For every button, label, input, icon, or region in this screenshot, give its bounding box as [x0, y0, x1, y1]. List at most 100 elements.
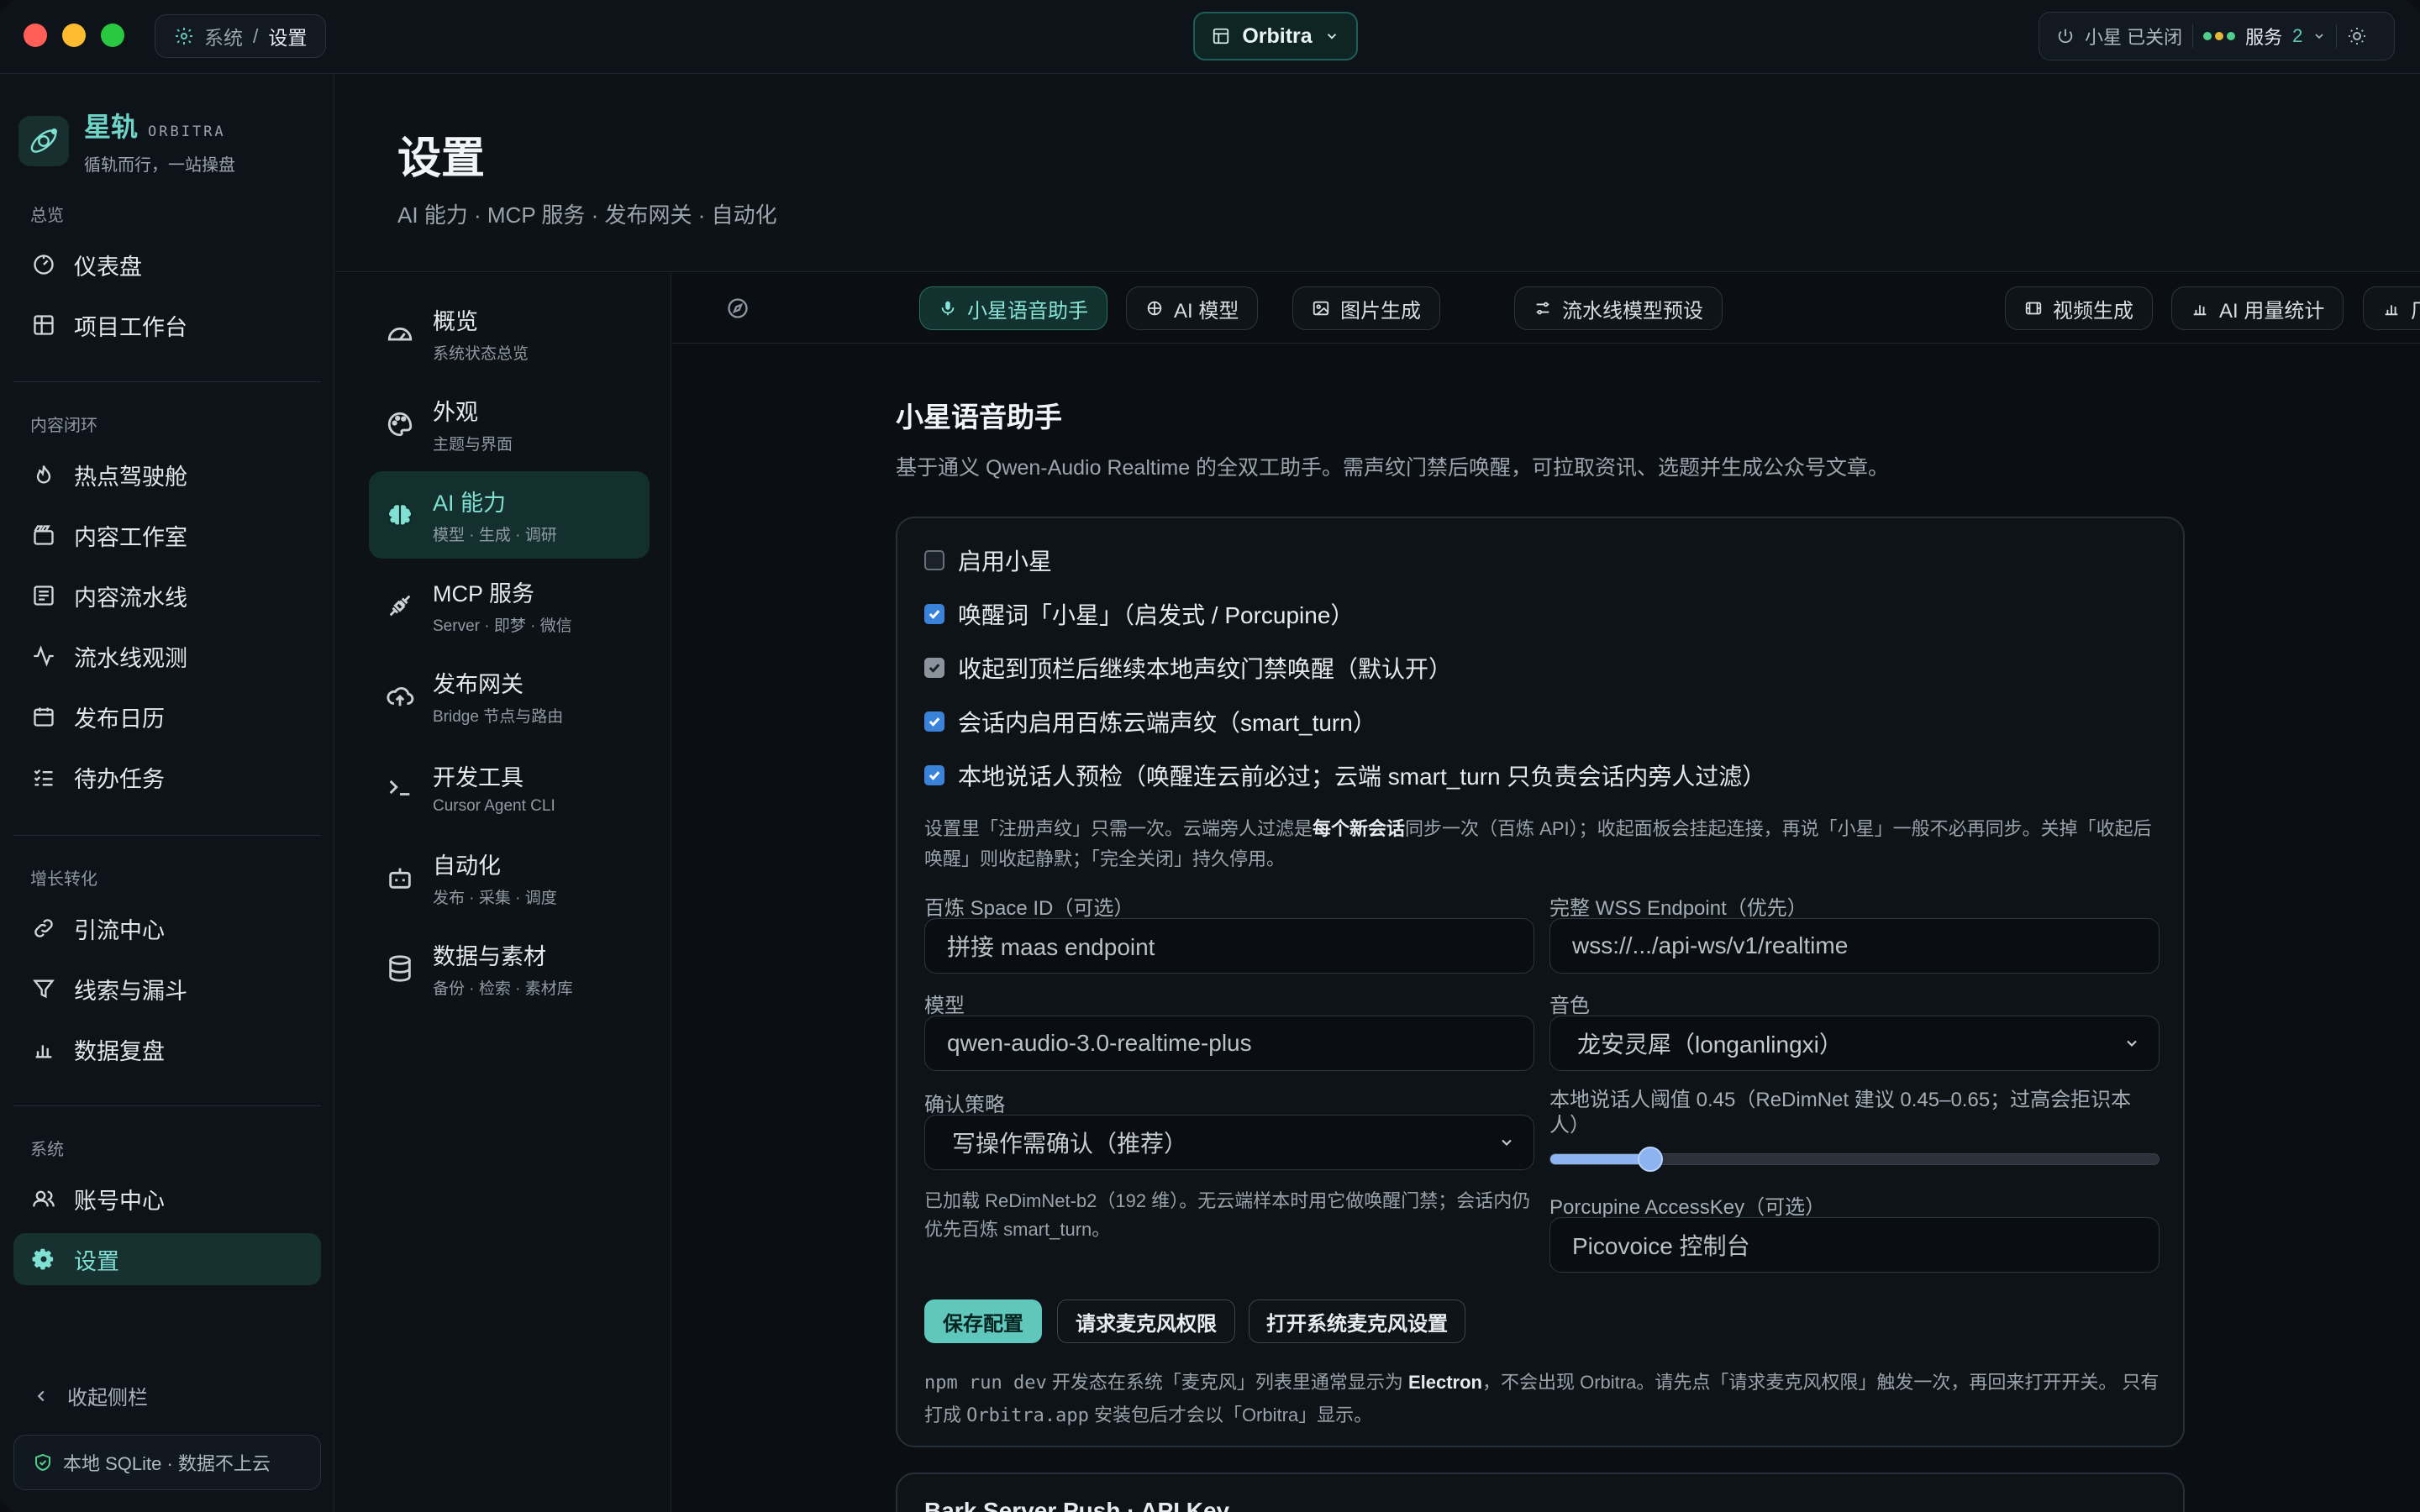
wss-endpoint-input[interactable]: wss://.../api-ws/v1/realtime — [1549, 918, 2160, 974]
tab-ai-usage[interactable]: AI 用量统计 — [2171, 286, 2344, 330]
subnav-title: AI 能力 — [433, 491, 507, 516]
section-title: 小星语音助手 — [896, 402, 1062, 433]
space-id-label: 百炼 Space ID（可选） — [924, 897, 1134, 920]
checkbox-unchecked[interactable] — [924, 550, 944, 570]
services-count: 2 — [2292, 25, 2303, 46]
check-icon — [929, 771, 940, 780]
sidebar-item-observability[interactable]: 流水线观测 — [13, 630, 321, 682]
subnav-item-appearance[interactable]: 外观 主题与界面 — [369, 381, 650, 468]
sidebar-item-traffic[interactable]: 引流中心 — [13, 902, 321, 954]
enable-assistant-checkbox[interactable]: 启用小星 — [924, 543, 1052, 577]
code-text: Orbitra.app — [966, 1405, 1089, 1426]
sidebar-item-settings[interactable]: 设置 — [13, 1233, 321, 1285]
sidebar-item-accounts[interactable]: 账号中心 — [13, 1173, 321, 1225]
slider-thumb[interactable] — [1638, 1147, 1663, 1172]
subnav-item-gateway[interactable]: 发布网关 Bridge 节点与路由 — [369, 653, 650, 740]
sidebar-item-hotspot[interactable]: 热点驾驶舱 — [13, 449, 321, 501]
save-config-button[interactable]: 保存配置 — [924, 1299, 1042, 1343]
sidebar-item-projects[interactable]: 项目工作台 — [13, 299, 321, 351]
section-label-overview: 总览 — [30, 207, 64, 225]
subnav-item-ai[interactable]: AI 能力 模型 · 生成 · 调研 — [369, 471, 650, 559]
tab-video-generation[interactable]: 视频生成 — [2005, 286, 2153, 330]
collapse-sidebar-button[interactable]: 收起侧栏 — [32, 1381, 148, 1410]
page-title: 设置 — [397, 134, 486, 183]
compass-icon[interactable] — [726, 297, 750, 320]
checkbox-label: 收起到顶栏后继续本地声纹门禁唤醒（默认开） — [958, 656, 1453, 682]
subnav-item-overview[interactable]: 概览 系统状态总览 — [369, 290, 650, 377]
checkbox-checked[interactable] — [924, 604, 944, 624]
sidebar: 星轨 ORBITRA 循轨而行，一站操盘 总览 仪表盘 项目工作台 内容闭环 热点… — [0, 74, 334, 1512]
note-text: 打成 — [924, 1404, 967, 1425]
threshold-slider[interactable] — [1549, 1147, 2160, 1172]
checkbox-checked[interactable] — [924, 711, 944, 732]
checkbox-label: 唤醒词「小星」（启发式 / Porcupine） — [958, 602, 1355, 628]
note-text: 安装包后才会以「Orbitra」显示。 — [1088, 1404, 1373, 1425]
open-system-mic-settings-button[interactable]: 打开系统麦克风设置 — [1249, 1299, 1465, 1343]
wake-word-checkbox[interactable]: 唤醒词「小星」（启发式 / Porcupine） — [924, 597, 1354, 631]
subnav-item-devtools[interactable]: 开发工具 Cursor Agent CLI — [369, 743, 650, 831]
clapperboard-icon — [34, 525, 54, 545]
sidebar-item-todos[interactable]: 待办任务 — [13, 751, 321, 803]
tab-label: AI 模型 — [1174, 299, 1239, 323]
redimnet-note: 已加载 ReDimNet-b2（192 维）。无云端样本时用它做唤醒门禁；会话内… — [924, 1187, 1534, 1244]
section-description: 基于通义 Qwen-Audio Realtime 的全双工助手。需声纹门禁后唤醒… — [896, 456, 1890, 480]
sidebar-item-funnel[interactable]: 线索与漏斗 — [13, 963, 321, 1015]
page-header: 设置 AI 能力 · MCP 服务 · 发布网关 · 自动化 — [335, 74, 2420, 272]
storage-badge: 本地 SQLite · 数据不上云 — [13, 1435, 321, 1490]
voice-select[interactable]: 龙安灵犀（longanlingxi） — [1549, 1016, 2160, 1071]
space-id-input[interactable]: 拼接 maas endpoint — [924, 918, 1534, 974]
checkbox-checked[interactable] — [924, 765, 944, 785]
subnav-item-data[interactable]: 数据与素材 备份 · 检索 · 素材库 — [369, 925, 650, 1012]
link-icon — [34, 919, 53, 937]
brain-icon — [387, 503, 413, 527]
local-speaker-check-checkbox[interactable]: 本地说话人预检（唤醒连云前必过；云端 smart_turn 只负责会话内旁人过滤… — [924, 759, 1765, 792]
workspace-switcher[interactable]: Orbitra — [1193, 12, 1358, 60]
threshold-label-text: 本地说话人阈值 0.45（ReDimNet 建议 0.45–0.65；过高会拒识… — [1549, 1089, 2132, 1111]
next-card-title: Bark Server Push · API Key — [924, 1498, 1230, 1512]
subnav-title: 概览 — [433, 309, 478, 334]
sidebar-item-studio[interactable]: 内容工作室 — [13, 509, 321, 561]
gear-icon — [176, 28, 192, 45]
brand-name-en: ORBITRA — [148, 123, 226, 140]
assistant-status[interactable]: 小星 已关闭 — [2085, 23, 2182, 50]
flame-icon — [36, 465, 51, 484]
check-icon — [929, 610, 940, 619]
minimize-window-button[interactable] — [62, 24, 86, 47]
request-mic-permission-button[interactable]: 请求麦克风权限 — [1057, 1299, 1235, 1343]
model-input[interactable]: qwen-audio-3.0-realtime-plus — [924, 1016, 1534, 1071]
settings-content: 小星语音助手 AI 模型 图片生成 流水线模型预设 视频生成 AI 用量统计 小… — [672, 273, 2420, 1512]
chevron-down-icon[interactable] — [2312, 29, 2326, 43]
threshold-label: 本地说话人阈值 0.45（ReDimNet 建议 0.45–0.65；过高会拒识… — [1549, 1088, 2171, 1138]
subnav-title: 开发工具 — [433, 764, 523, 790]
tab-vendor-usage[interactable]: 厂商用量对 — [2363, 286, 2420, 330]
zoom-window-button[interactable] — [101, 24, 124, 47]
sidebar-item-review[interactable]: 数据复盘 — [13, 1023, 321, 1075]
close-window-button[interactable] — [24, 24, 47, 47]
sidebar-item-pipeline[interactable]: 内容流水线 — [13, 570, 321, 622]
breadcrumb: 系统 / 设置 — [155, 14, 327, 58]
services-status-dots — [2203, 32, 2236, 40]
services-label[interactable]: 服务 — [2245, 23, 2282, 50]
sidebar-item-dashboard[interactable]: 仪表盘 — [13, 239, 321, 291]
note-bold: 每个新会话 — [1313, 818, 1406, 839]
subnav-item-mcp[interactable]: MCP 服务 Server · 即梦 · 微信 — [369, 562, 650, 649]
voice-label: 音色 — [1549, 995, 1590, 1017]
tab-ai-model[interactable]: AI 模型 — [1126, 286, 1259, 330]
sun-icon[interactable] — [2347, 26, 2367, 46]
note-text: 开发态在系统「麦克风」列表里通常显示为 — [1046, 1372, 1408, 1393]
sidebar-item-label: 引流中心 — [74, 917, 165, 943]
note-text: 同步一次（百炼 API）；收起面板会挂起连接，再说「小星」一般不必再同步。关掉「… — [1405, 818, 2152, 839]
subnav-sub: 发布 · 采集 · 调度 — [433, 890, 557, 907]
tab-pipeline-presets[interactable]: 流水线模型预设 — [1514, 286, 1723, 330]
tab-voice-assistant[interactable]: 小星语音助手 — [919, 286, 1107, 330]
cloud-voiceprint-checkbox[interactable]: 会话内启用百炼云端声纹（smart_turn） — [924, 705, 1376, 738]
porcupine-key-input[interactable]: Picovoice 控制台 — [1549, 1217, 2160, 1273]
tab-image-generation[interactable]: 图片生成 — [1292, 286, 1440, 330]
policy-select[interactable]: 写操作需确认（推荐） — [924, 1115, 1534, 1170]
checkbox-checked[interactable] — [924, 658, 944, 678]
sidebar-item-calendar[interactable]: 发布日历 — [13, 690, 321, 743]
collapsed-wake-checkbox[interactable]: 收起到顶栏后继续本地声纹门禁唤醒（默认开） — [924, 651, 1452, 685]
subnav-item-automation[interactable]: 自动化 发布 · 采集 · 调度 — [369, 834, 650, 921]
sidebar-item-label: 项目工作台 — [74, 314, 187, 340]
breadcrumb-root[interactable]: 系统 — [204, 22, 243, 50]
